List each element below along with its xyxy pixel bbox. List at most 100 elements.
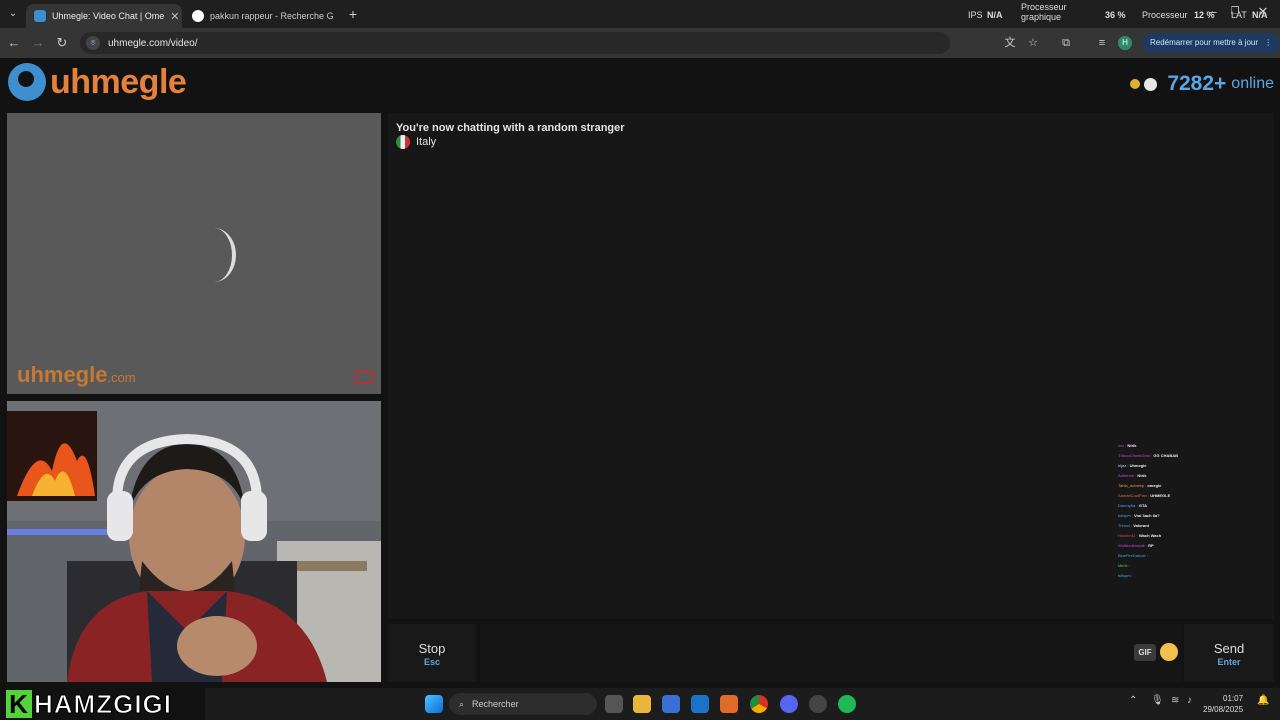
file-explorer-icon[interactable] — [633, 695, 651, 713]
stream-chat-user: ThiccoChonkGmn : — [1118, 453, 1154, 458]
profile-avatar[interactable]: H — [1118, 36, 1132, 50]
send-button[interactable]: Send Enter — [1184, 624, 1274, 682]
white-dot-icon — [1144, 77, 1158, 91]
restart-update-button[interactable]: Redémarrer pour mettre à jour ⋮ — [1142, 33, 1280, 53]
spotify-icon[interactable] — [838, 695, 856, 713]
notification-bell-icon[interactable]: 🔔 — [1257, 695, 1275, 713]
logo-text: uhmegle — [50, 62, 187, 101]
stream-chat-message: Ntrik — [1127, 443, 1137, 448]
stream-chat-user: Trinovi : — [1118, 523, 1134, 528]
stream-chat-message: RP — [1148, 543, 1154, 548]
windows-start-icon[interactable] — [425, 695, 443, 713]
app-a-icon[interactable] — [720, 695, 738, 713]
microphone-icon[interactable]: 🎙 — [1151, 695, 1169, 713]
online-count: 7282+ — [1167, 72, 1227, 95]
uhmegle-watermark: uhmegle.com — [17, 362, 136, 387]
stream-chat-user: Wolfdodemode : — [1118, 543, 1149, 548]
send-shortcut: Enter — [1217, 657, 1241, 667]
stream-chat-line: xxx : Ntrik — [1118, 441, 1248, 451]
stream-chat-line: Adrienne : Ntrik — [1118, 471, 1248, 481]
close-icon[interactable]: ✕ — [164, 10, 179, 23]
streamer-brand-overlay: K HAMZGIGI — [6, 688, 172, 719]
browser-tab-bar: ⌄ Uhmegle: Video Chat | Ome ✕ pakkun rap… — [0, 0, 1280, 28]
stream-chat-line: SamanCoolPlan : UHMEGLE — [1118, 491, 1248, 501]
send-label: Send — [1213, 641, 1245, 656]
italy-flag-icon — [396, 135, 410, 149]
self-webcam-video — [7, 401, 381, 682]
minimize-icon[interactable]: – — [1204, 3, 1222, 21]
uhmegle-logo[interactable]: uhmegle — [8, 62, 187, 102]
chat-status-message: You're now chatting with a random strang… — [396, 122, 625, 134]
bookmark-star-icon[interactable]: ☆ — [1025, 35, 1041, 51]
chat-controls: Stop Esc GIF Send Enter — [388, 624, 1274, 682]
stranger-country: Italy — [396, 135, 436, 149]
tab-search-icon[interactable]: ⌄ — [4, 5, 22, 23]
tab-uhmegle[interactable]: Uhmegle: Video Chat | Ome ✕ — [26, 4, 182, 28]
stream-chat-line: Mk9x : — [1118, 561, 1248, 571]
emoji-icon[interactable] — [1160, 643, 1178, 661]
stream-chat-line: Trinovi : Valorant — [1118, 521, 1248, 531]
gif-button[interactable]: GIF — [1134, 644, 1156, 661]
discord-icon[interactable] — [780, 695, 798, 713]
taskbar-clock[interactable]: 01:07 29/08/2025 — [1203, 693, 1243, 715]
stream-chat-line: BlueFireDancer : — [1118, 551, 1248, 561]
chevron-up-icon[interactable]: ⌃ — [1129, 695, 1147, 713]
stream-chat-message: omegle — [1147, 483, 1162, 488]
stream-chat-line: Hashim11 : Wach Wach — [1118, 531, 1248, 541]
taskbar-search[interactable]: ⌕ Rechercher — [449, 693, 597, 715]
stream-chat-user: fullspm : — [1118, 573, 1133, 578]
message-input[interactable] — [480, 624, 1182, 682]
stream-chat-message: UHMEGLE — [1150, 493, 1171, 498]
task-view-icon[interactable] — [605, 695, 623, 713]
stream-chat-message: GG CHABAB — [1153, 453, 1179, 458]
chrome-icon[interactable] — [750, 695, 768, 713]
stream-chat-overlay: xxx : Ntrik ThiccoChonkGmn : GG CHABAB elj… — [1118, 441, 1248, 581]
outlook-icon[interactable] — [691, 695, 709, 713]
stream-chat-user: Adrienne : — [1118, 473, 1138, 478]
yellow-dot-icon — [1130, 79, 1141, 89]
stream-chat-user: Tahla_dubstep : — [1118, 483, 1148, 488]
stop-label: Stop — [418, 641, 446, 656]
loading-spinner-icon — [192, 228, 236, 282]
stream-chat-message: Vrai 3ach 6a? — [1134, 513, 1160, 518]
stream-chat-message: Valorant — [1133, 523, 1149, 528]
online-counter: 7282+ online — [1130, 72, 1274, 96]
stream-chat-line: eljaz : Uhmegle — [1118, 461, 1248, 471]
stream-chat-user: fullspm : — [1118, 513, 1135, 518]
reload-icon[interactable]: ↻ — [53, 34, 71, 52]
obs-icon[interactable] — [809, 695, 827, 713]
windows-taskbar: ⌕ Rechercher ⌃ 🎙 ≋ ♪ 01:07 29/08/2025 🔔 — [205, 688, 1280, 720]
extensions-icon[interactable]: ⧉ — [1058, 35, 1074, 51]
stream-chat-user: BlueFireDancer : — [1118, 553, 1149, 558]
stream-chat-user: Mk9x : — [1118, 563, 1130, 568]
stream-chat-line: Tahla_dubstep : omegle — [1118, 481, 1248, 491]
stop-shortcut: Esc — [423, 657, 440, 667]
online-label: online — [1231, 75, 1274, 92]
address-bar[interactable]: ⌾ uhmegle.com/video/ — [80, 32, 950, 54]
google-favicon-icon — [192, 10, 204, 22]
translate-icon[interactable]: 文 — [1002, 35, 1018, 51]
site-info-icon[interactable]: ⌾ — [86, 36, 100, 50]
reading-list-icon[interactable]: ≡ — [1094, 35, 1110, 51]
restore-icon[interactable]: ❐ — [1226, 3, 1244, 21]
browser-toolbar: ← → ↻ ⌾ uhmegle.com/video/ 文 ☆ ⧉ ≡ H Red… — [0, 28, 1280, 58]
back-icon[interactable]: ← — [5, 34, 23, 52]
uhmegle-logo-icon — [8, 63, 46, 101]
forward-icon[interactable]: → — [29, 34, 47, 52]
more-menu-icon[interactable]: ⋮ — [1264, 38, 1272, 47]
window-close-icon[interactable]: ✕ — [1254, 3, 1272, 21]
uhmegle-favicon-icon — [34, 10, 46, 22]
stream-chat-message: Ntrik — [1137, 473, 1147, 478]
store-icon[interactable] — [662, 695, 680, 713]
report-flag-icon[interactable] — [355, 370, 373, 384]
stop-button[interactable]: Stop Esc — [388, 624, 476, 682]
close-icon[interactable]: ✕ — [334, 10, 341, 23]
stream-chat-message: GTA — [1138, 503, 1148, 508]
new-tab-button[interactable]: + — [344, 5, 362, 23]
taskbar-search-placeholder: Rechercher — [472, 699, 519, 709]
uhmegle-page: uhmegle 7282+ online uhmegle.com You're … — [0, 58, 1280, 688]
stream-chat-user: SamanCoolPlan : — [1118, 493, 1151, 498]
stream-chat-line: fullspm : — [1118, 571, 1248, 581]
webcam-feed-image — [7, 401, 381, 682]
tab-google-search[interactable]: pakkun rappeur - Recherche G ✕ — [184, 4, 340, 28]
